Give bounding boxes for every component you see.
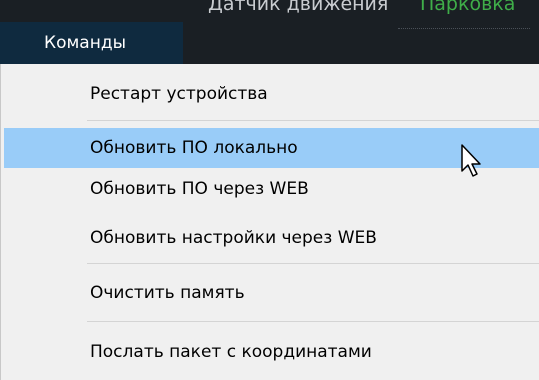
dotted-divider — [398, 28, 530, 29]
menu-item-restart-device[interactable]: Рестарт устройства — [4, 74, 539, 114]
menu-separator — [87, 321, 539, 322]
motion-sensor-label: Датчик движения — [208, 0, 389, 15]
menu-item-update-firmware-web[interactable]: Обновить ПО через WEB — [4, 169, 539, 209]
menu-item-update-settings-web[interactable]: Обновить настройки через WEB — [4, 218, 539, 258]
commands-dropdown-menu: Рестарт устройства Обновить ПО локально … — [0, 64, 539, 380]
top-bar: Датчик движения Парковка Команды — [0, 0, 539, 64]
menu-item-update-firmware-local[interactable]: Обновить ПО локально — [4, 128, 539, 168]
commands-menu-button[interactable]: Команды — [0, 22, 183, 64]
menu-separator — [87, 263, 539, 264]
menu-item-clear-memory[interactable]: Очистить память — [4, 273, 539, 313]
menu-separator — [87, 120, 539, 121]
menu-item-send-coordinates-packet[interactable]: Послать пакет с координатами — [4, 332, 539, 372]
motion-sensor-value[interactable]: Парковка — [420, 0, 515, 15]
